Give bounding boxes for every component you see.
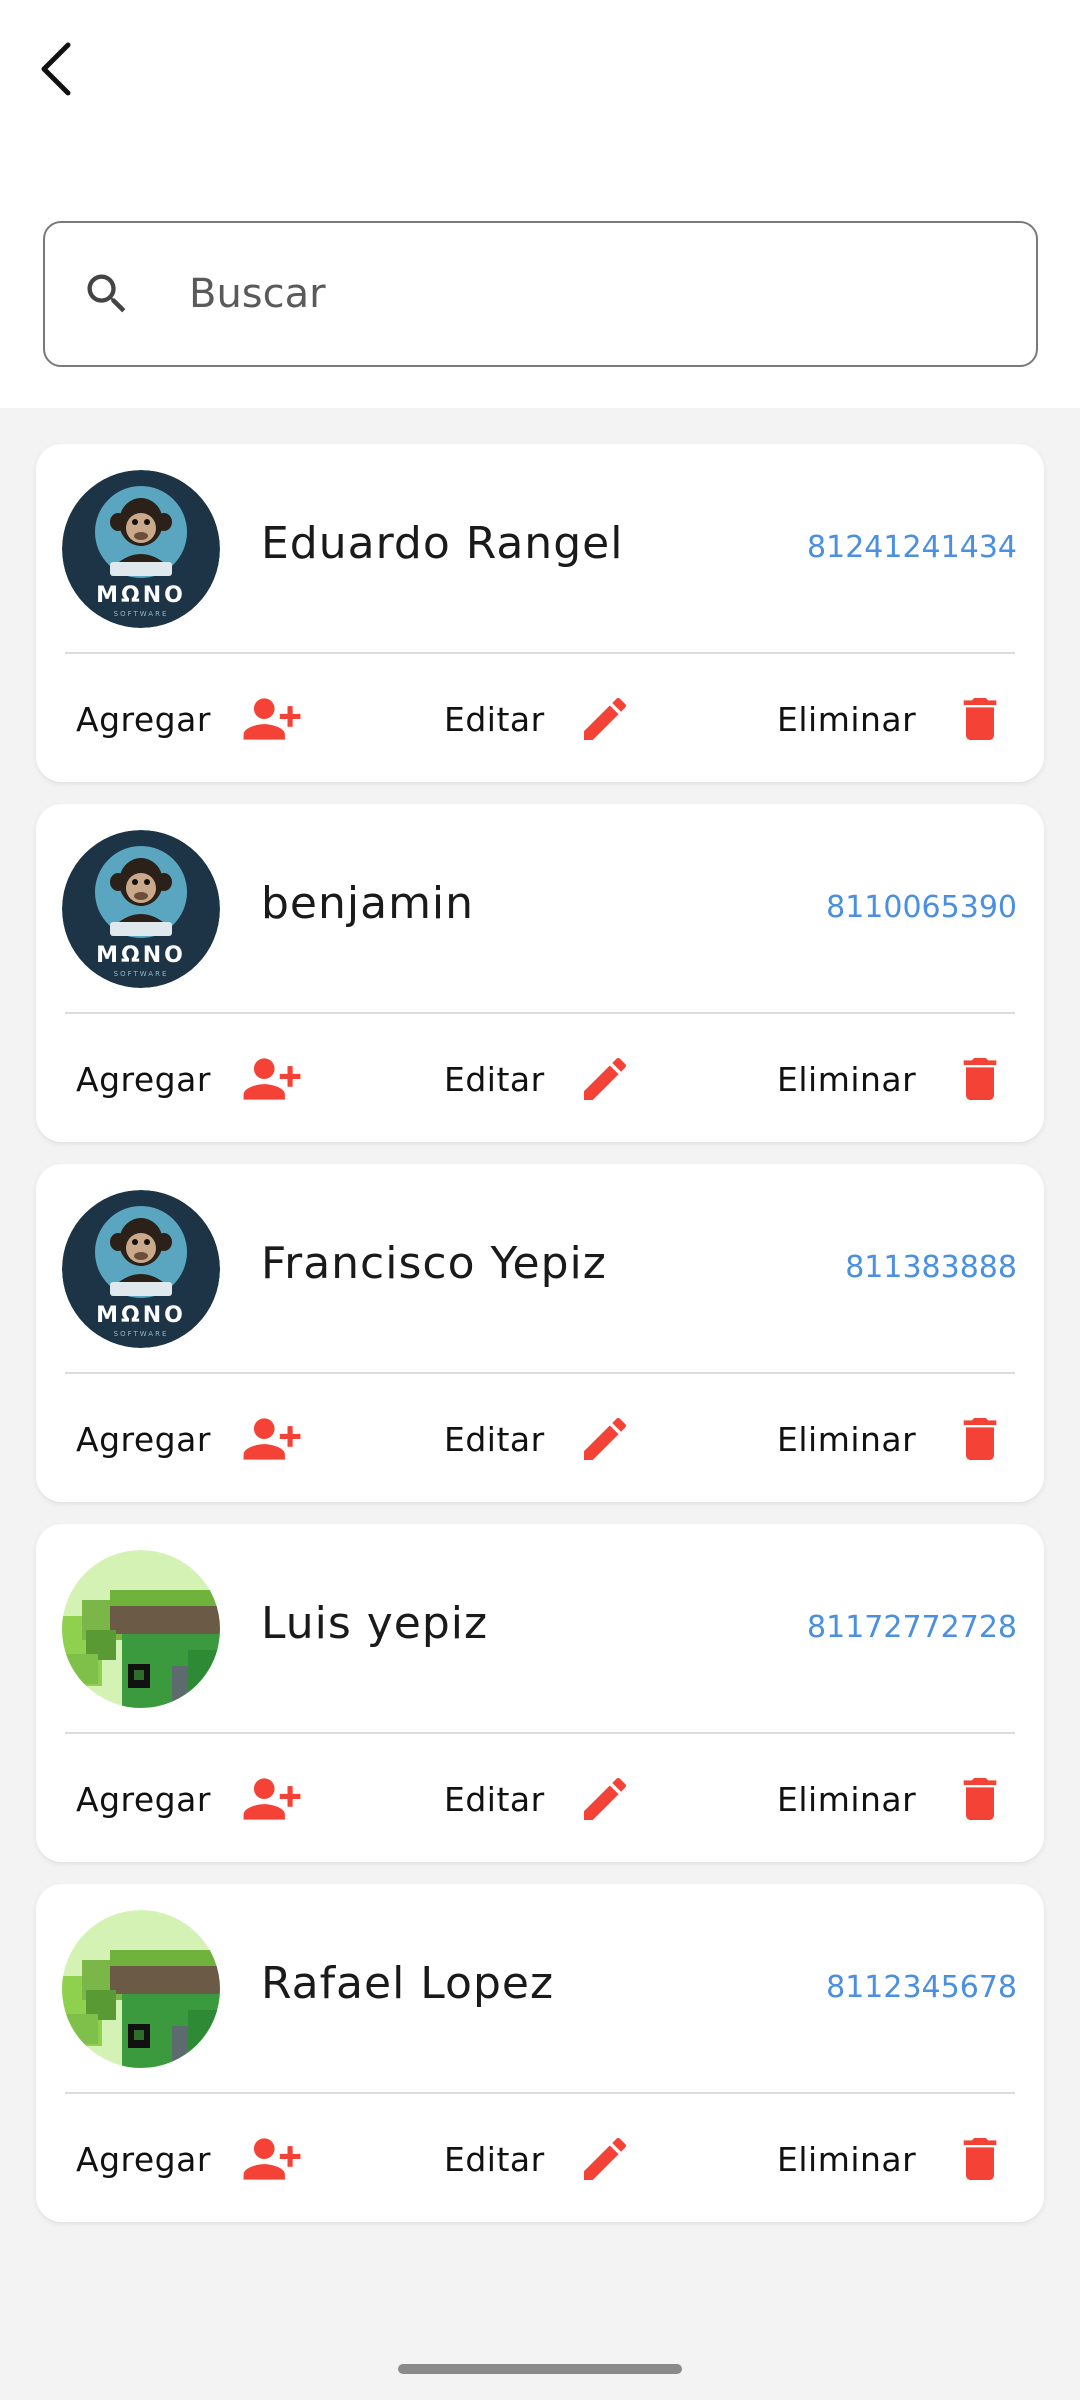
back-button[interactable] <box>28 34 84 104</box>
add-label: Agregar <box>76 1419 211 1459</box>
divider <box>65 1732 1015 1734</box>
trash-icon <box>952 2131 1008 2187</box>
edit-label: Editar <box>444 699 545 739</box>
add-label: Agregar <box>76 699 211 739</box>
person-add-icon <box>241 1408 303 1470</box>
avatar[interactable] <box>62 470 220 628</box>
add-label: Agregar <box>76 2139 211 2179</box>
app-header <box>0 0 1080 408</box>
divider <box>65 2092 1015 2094</box>
delete-label: Eliminar <box>777 1419 917 1459</box>
pencil-icon <box>577 1051 633 1107</box>
avatar[interactable] <box>62 1910 220 2068</box>
trash-icon <box>952 1771 1008 1827</box>
edit-label: Editar <box>444 1419 545 1459</box>
add-button[interactable]: Agregar <box>76 1768 303 1830</box>
add-button[interactable]: Agregar <box>76 2128 303 2190</box>
edit-button[interactable]: Editar <box>444 1408 633 1470</box>
pencil-icon <box>577 1411 633 1467</box>
contact-phone[interactable]: 81241241434 <box>807 530 1017 565</box>
person-add-icon <box>241 1768 303 1830</box>
contact-card: Luis yepiz 81172772728 Agregar Editar El… <box>36 1524 1044 1862</box>
pencil-icon <box>577 2131 633 2187</box>
delete-button[interactable]: Eliminar <box>777 2128 1008 2190</box>
search-icon <box>77 264 137 324</box>
add-label: Agregar <box>76 1779 211 1819</box>
delete-label: Eliminar <box>777 2139 917 2179</box>
divider <box>65 1012 1015 1014</box>
contact-card: Rafael Lopez 8112345678 Agregar Editar E… <box>36 1884 1044 2222</box>
search-field[interactable] <box>43 221 1038 367</box>
add-label: Agregar <box>76 1059 211 1099</box>
edit-button[interactable]: Editar <box>444 688 633 750</box>
trash-icon <box>952 1051 1008 1107</box>
delete-label: Eliminar <box>777 1059 917 1099</box>
contact-card: Francisco Yepiz 811383888 Agregar Editar… <box>36 1164 1044 1502</box>
contact-phone[interactable]: 8112345678 <box>826 1970 1017 2005</box>
delete-button[interactable]: Eliminar <box>777 1408 1008 1470</box>
contact-phone[interactable]: 811383888 <box>845 1250 1017 1285</box>
add-button[interactable]: Agregar <box>76 1048 303 1110</box>
add-button[interactable]: Agregar <box>76 1408 303 1470</box>
search-input[interactable] <box>189 271 949 317</box>
trash-icon <box>952 1411 1008 1467</box>
edit-label: Editar <box>444 1059 545 1099</box>
divider <box>65 652 1015 654</box>
contact-name: Francisco Yepiz <box>261 1238 607 1289</box>
avatar[interactable] <box>62 830 220 988</box>
contact-phone[interactable]: 8110065390 <box>826 890 1017 925</box>
contact-name: Rafael Lopez <box>261 1958 555 2009</box>
edit-label: Editar <box>444 1779 545 1819</box>
person-add-icon <box>241 1048 303 1110</box>
contact-list: Eduardo Rangel 81241241434 Agregar Edita… <box>0 408 1080 2400</box>
person-add-icon <box>241 688 303 750</box>
trash-icon <box>952 691 1008 747</box>
divider <box>65 1372 1015 1374</box>
contact-name: Luis yepiz <box>261 1598 489 1649</box>
edit-button[interactable]: Editar <box>444 2128 633 2190</box>
pencil-icon <box>577 1771 633 1827</box>
avatar[interactable] <box>62 1550 220 1708</box>
edit-button[interactable]: Editar <box>444 1048 633 1110</box>
person-add-icon <box>241 2128 303 2190</box>
delete-button[interactable]: Eliminar <box>777 1048 1008 1110</box>
delete-label: Eliminar <box>777 699 917 739</box>
edit-button[interactable]: Editar <box>444 1768 633 1830</box>
delete-label: Eliminar <box>777 1779 917 1819</box>
avatar[interactable] <box>62 1190 220 1348</box>
contact-phone[interactable]: 81172772728 <box>807 1610 1017 1645</box>
delete-button[interactable]: Eliminar <box>777 1768 1008 1830</box>
contact-name: benjamin <box>261 878 475 929</box>
chevron-left-icon <box>41 42 71 96</box>
home-indicator[interactable] <box>398 2364 682 2374</box>
contact-name: Eduardo Rangel <box>261 518 624 569</box>
pencil-icon <box>577 691 633 747</box>
contact-card: Eduardo Rangel 81241241434 Agregar Edita… <box>36 444 1044 782</box>
delete-button[interactable]: Eliminar <box>777 688 1008 750</box>
add-button[interactable]: Agregar <box>76 688 303 750</box>
edit-label: Editar <box>444 2139 545 2179</box>
contact-card: benjamin 8110065390 Agregar Editar Elimi… <box>36 804 1044 1142</box>
